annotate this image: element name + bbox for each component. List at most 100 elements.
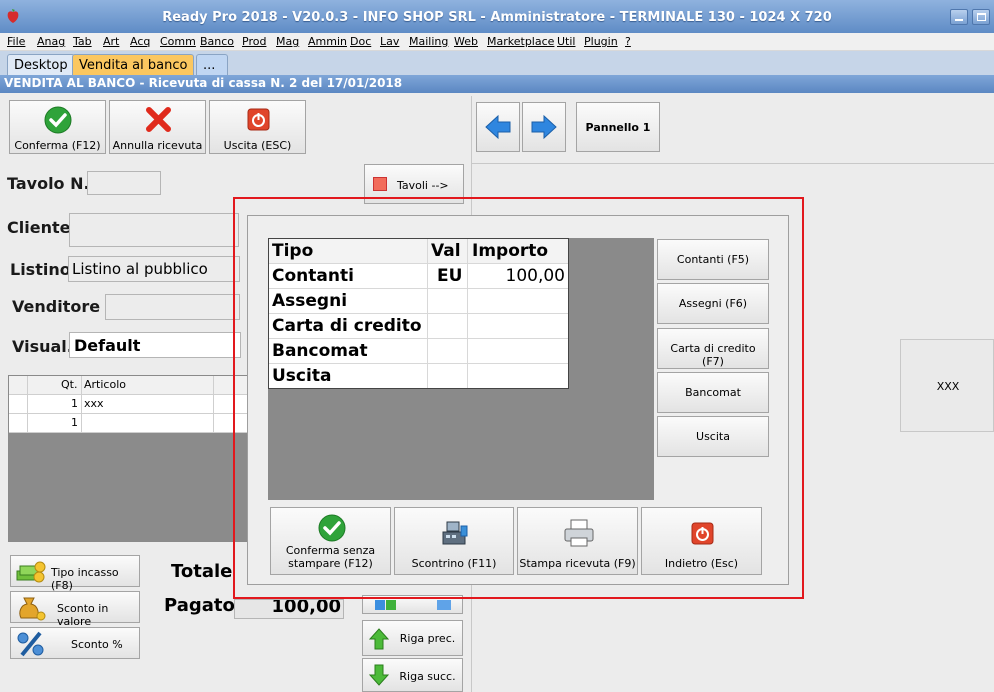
cash-register-icon — [442, 521, 468, 545]
row-qty: 1 — [71, 416, 78, 429]
paid-value: 100,00 — [234, 599, 344, 619]
payment-table-header: Tipo Val Importo — [269, 239, 568, 264]
add-row-plus-icon — [386, 600, 396, 610]
print-receipt-button[interactable]: Stampa ricevuta (F9) — [517, 507, 638, 575]
menu-tab[interactable]: Tab — [73, 35, 92, 48]
payment-type-cell: Uscita — [272, 366, 332, 386]
maximize-button[interactable] — [972, 9, 990, 25]
tab-desktop[interactable]: Desktop — [7, 54, 75, 75]
next-row-label: Riga succ. — [399, 670, 456, 683]
red-x-icon — [146, 107, 171, 132]
minimize-button[interactable] — [950, 9, 968, 25]
table-row[interactable]: 1 — [9, 414, 247, 433]
cancel-receipt-button[interactable]: Annulla ricevuta — [109, 100, 206, 154]
menu-prod[interactable]: Prod — [242, 35, 266, 48]
payment-type-cell: Carta di credito — [272, 316, 422, 336]
client-label: Cliente — [7, 218, 71, 237]
grid-divider — [81, 376, 82, 433]
next-button[interactable] — [522, 102, 566, 152]
pricelist-label: Listino — [10, 260, 71, 279]
discount-value-button[interactable]: Sconto in valore — [10, 591, 140, 628]
back-button[interactable]: Indietro (Esc) — [641, 507, 762, 575]
menu-file[interactable]: File — [7, 35, 25, 48]
table-divider — [467, 239, 468, 388]
client-input[interactable] — [69, 213, 239, 247]
back-label: Indietro (Esc) — [664, 557, 739, 570]
menu-util[interactable]: Util — [557, 35, 575, 48]
power-icon — [247, 108, 270, 131]
menu-plugin[interactable]: Plugin — [584, 35, 618, 48]
menu-art[interactable]: Art — [103, 35, 119, 48]
menu-help[interactable]: ? — [625, 35, 631, 48]
paid-label: Pagato — [164, 595, 235, 616]
table-row[interactable]: Assegni — [269, 289, 568, 314]
product-tile[interactable]: XXX — [900, 339, 994, 432]
document-header: VENDITA AL BANCO - Ricevuta di cassa N. … — [0, 75, 994, 93]
credit-card-button[interactable]: Carta di credito (F7) — [657, 328, 769, 369]
confirm-label: Conferma (F12) — [14, 139, 101, 152]
panel-label: Pannello 1 — [585, 121, 651, 134]
bancomat-button[interactable]: Bancomat — [657, 372, 769, 413]
window-title: Ready Pro 2018 - V20.0.3 - INFO SHOP SRL… — [162, 10, 832, 25]
menu-lav[interactable]: Lav — [380, 35, 399, 48]
currency-cell: EU — [437, 266, 463, 286]
checks-button[interactable]: Assegni (F6) — [657, 283, 769, 324]
next-row-button[interactable]: Riga succ. — [362, 658, 463, 692]
menu-anag[interactable]: Anag — [37, 35, 65, 48]
discount-percent-button[interactable]: Sconto % — [10, 627, 140, 659]
confirm-no-print-button[interactable]: Conferma senza stampare (F12) — [270, 507, 391, 575]
payment-type-cell: Contanti — [272, 266, 354, 286]
arrow-right-icon — [531, 114, 557, 140]
pricelist-input[interactable]: Listino al pubblico — [68, 256, 240, 282]
table-row[interactable]: Contanti EU 100,00 — [269, 264, 568, 289]
menu-web[interactable]: Web — [454, 35, 478, 48]
cash-label: Contanti (F5) — [676, 253, 750, 266]
tab-vendita-al-banco[interactable]: Vendita al banco — [72, 54, 195, 75]
menu-marketplace[interactable]: Marketplace — [487, 35, 554, 48]
menu-mailing[interactable]: Mailing — [409, 35, 448, 48]
menu-acq[interactable]: Acq — [130, 35, 150, 48]
menu-ammin[interactable]: Ammin — [308, 35, 347, 48]
power-icon — [691, 522, 714, 545]
seller-input[interactable] — [105, 294, 240, 320]
exit-payment-button[interactable]: Uscita — [657, 416, 769, 457]
title-bar: Ready Pro 2018 - V20.0.3 - INFO SHOP SRL… — [0, 0, 994, 33]
total-label: Totale — [171, 561, 233, 582]
money-bag-icon — [19, 597, 46, 621]
table-number-input[interactable] — [87, 171, 161, 195]
confirm-no-print-label: Conferma senza stampare (F12) — [285, 544, 376, 570]
check-icon — [44, 106, 72, 134]
check-icon — [318, 514, 346, 542]
amount-cell[interactable]: 100,00 — [469, 266, 565, 286]
menu-comm[interactable]: Comm — [160, 35, 196, 48]
tab-more[interactable]: ... — [196, 54, 228, 75]
checks-label: Assegni (F6) — [678, 297, 748, 310]
bancomat-label: Bancomat — [685, 386, 741, 399]
table-row[interactable]: Uscita — [269, 364, 568, 389]
print-receipt-label: Stampa ricevuta (F9) — [519, 557, 636, 570]
table-row[interactable]: 1 xxx — [9, 395, 247, 414]
menu-doc[interactable]: Doc — [350, 35, 371, 48]
arrow-down-icon — [369, 664, 389, 686]
receipt-button[interactable]: Scontrino (F11) — [394, 507, 514, 575]
exit-button[interactable]: Uscita (ESC) — [209, 100, 306, 154]
grid-divider — [213, 376, 214, 433]
qty-header: Qt. — [61, 378, 78, 391]
currency-header: Val — [431, 241, 461, 261]
amount-header: Importo — [472, 241, 549, 261]
panel-button[interactable]: Pannello 1 — [576, 102, 660, 152]
panel-divider-horizontal — [471, 163, 994, 164]
menu-bar: File Anag Tab Art Acq Comm Banco Prod Ma… — [0, 33, 994, 51]
percent-icon — [17, 631, 44, 657]
menu-banco[interactable]: Banco — [200, 35, 234, 48]
menu-mag[interactable]: Mag — [276, 35, 299, 48]
confirm-button[interactable]: Conferma (F12) — [9, 100, 106, 154]
table-row[interactable]: Carta di credito — [269, 314, 568, 339]
cash-button[interactable]: Contanti (F5) — [657, 239, 769, 280]
table-row[interactable]: Bancomat — [269, 339, 568, 364]
payment-type-button[interactable]: Tipo incasso (F8) — [10, 555, 140, 592]
previous-row-button[interactable]: Riga prec. — [362, 620, 463, 656]
view-select[interactable]: Default — [69, 332, 241, 358]
money-icon — [16, 561, 46, 583]
previous-button[interactable] — [476, 102, 520, 152]
